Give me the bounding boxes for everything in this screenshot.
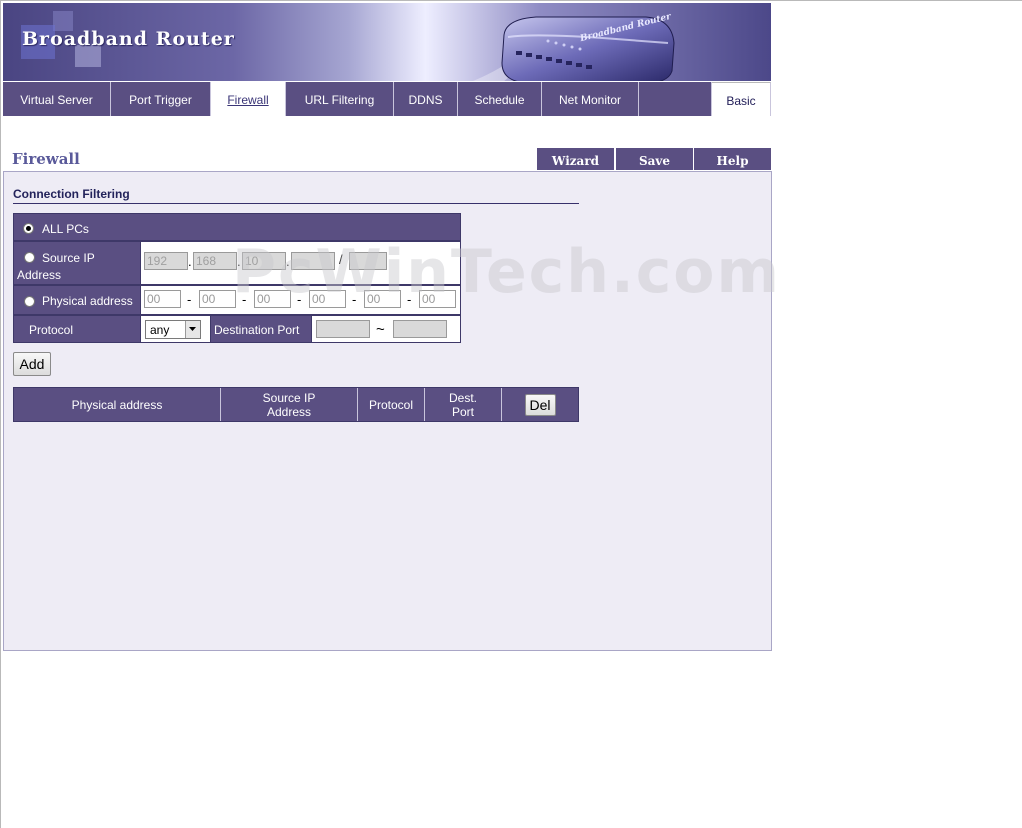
tab-firewall[interactable]: Firewall	[211, 82, 286, 116]
source-ip-octet-3[interactable]: 10	[242, 252, 286, 270]
mac-octet-2[interactable]: 00	[199, 290, 236, 308]
protocol-select[interactable]: any	[145, 320, 201, 339]
destination-port-label-cell: Destination Port	[211, 315, 312, 343]
physical-address-value-cell: 00 - 00 - 00 - 00 - 00 - 00	[141, 285, 461, 315]
source-ip-octet-1[interactable]: 192	[144, 252, 188, 270]
tab-port-trigger[interactable]: Port Trigger	[111, 82, 211, 116]
column-header-actions: Del	[502, 388, 578, 421]
section-title: Connection Filtering	[13, 187, 579, 204]
protocol-row: Protocol any Destination Port ~	[13, 315, 461, 343]
physical-address-row: Physical address 00 - 00 - 00 - 00 - 00 …	[13, 285, 461, 315]
source-ip-mask[interactable]	[349, 252, 387, 270]
chevron-down-icon[interactable]	[185, 321, 200, 338]
mac-dash: -	[407, 292, 412, 307]
mac-dash: -	[297, 292, 302, 307]
tab-label: DDNS	[408, 93, 443, 107]
help-button[interactable]: Help	[694, 148, 771, 170]
mac-dash: -	[242, 292, 247, 307]
tab-ddns[interactable]: DDNS	[394, 82, 458, 116]
physical-address-radio[interactable]	[24, 296, 35, 307]
tab-label: Virtual Server	[20, 93, 93, 107]
brand-logo: Broadband Router	[22, 28, 235, 50]
mac-dash: -	[187, 292, 192, 307]
ip-slash: /	[339, 252, 343, 267]
protocol-value-cell: any	[141, 315, 211, 343]
tab-net-monitor[interactable]: Net Monitor	[542, 82, 639, 116]
tab-label: Basic	[726, 94, 756, 108]
destination-port-from[interactable]	[316, 320, 370, 338]
add-button[interactable]: Add	[13, 352, 51, 376]
tab-label: Schedule	[474, 93, 525, 107]
protocol-label: Protocol	[29, 323, 74, 337]
main-panel: Connection Filtering ALL PCs Source IP A…	[3, 171, 772, 651]
source-ip-value-cell: 192 . 168 . 10 . /	[141, 241, 461, 285]
source-ip-octet-4[interactable]	[291, 252, 335, 270]
tab-label: URL Filtering	[304, 93, 375, 107]
tab-label: Port Trigger	[129, 93, 192, 107]
destination-port-value-cell: ~	[312, 315, 461, 343]
mac-octet-1[interactable]: 00	[144, 290, 181, 308]
header-banner: Broadband Router Broadband Router	[3, 3, 771, 81]
tab-basic[interactable]: Basic	[712, 82, 771, 116]
wizard-button[interactable]: Wizard	[537, 148, 614, 170]
source-ip-octet-2[interactable]: 168	[193, 252, 237, 270]
column-header-physical-address: Physical address	[14, 388, 221, 421]
tab-virtual-server[interactable]: Virtual Server	[3, 82, 111, 116]
all-pcs-radio[interactable]	[23, 223, 34, 234]
tab-label: Net Monitor	[558, 93, 622, 107]
mac-octet-4[interactable]: 00	[309, 290, 346, 308]
mac-octet-6[interactable]: 00	[419, 290, 456, 308]
main-nav-tabs: Virtual Server Port Trigger Firewall URL…	[3, 82, 771, 117]
ip-dot: .	[188, 254, 192, 269]
tab-schedule[interactable]: Schedule	[458, 82, 542, 116]
mac-dash: -	[352, 292, 357, 307]
window-left-border	[0, 0, 1, 828]
save-button[interactable]: Save	[616, 148, 693, 170]
column-header-protocol: Protocol	[358, 388, 425, 421]
tab-label: Firewall	[227, 93, 269, 107]
del-button[interactable]: Del	[524, 393, 556, 416]
port-range-tilde: ~	[376, 321, 385, 338]
column-header-dest-port: Dest. Port	[425, 388, 502, 421]
all-pcs-label: ALL PCs	[42, 222, 89, 236]
window-top-border	[0, 0, 1022, 1]
mac-octet-5[interactable]: 00	[364, 290, 401, 308]
ip-dot: .	[286, 254, 290, 269]
filter-rules-table-header: Physical address Source IP Address Proto…	[13, 387, 579, 422]
physical-address-label: Physical address	[42, 294, 133, 308]
tab-url-filtering[interactable]: URL Filtering	[286, 82, 394, 116]
source-ip-label: Source IP Address	[17, 251, 95, 282]
source-ip-row: Source IP Address 192 . 168 . 10 . /	[13, 241, 461, 285]
column-header-source-ip: Source IP Address	[221, 388, 358, 421]
source-ip-label-cell: Source IP Address	[13, 241, 141, 285]
ip-dot: .	[237, 254, 241, 269]
page-title: Firewall	[12, 150, 80, 168]
destination-port-to[interactable]	[393, 320, 447, 338]
destination-port-label: Destination Port	[214, 323, 300, 337]
physical-address-label-cell: Physical address	[13, 285, 141, 315]
tab-blank	[639, 82, 712, 116]
all-pcs-row: ALL PCs	[13, 213, 461, 241]
protocol-selected-value: any	[150, 323, 170, 337]
protocol-label-cell: Protocol	[13, 315, 141, 343]
mac-octet-3[interactable]: 00	[254, 290, 291, 308]
